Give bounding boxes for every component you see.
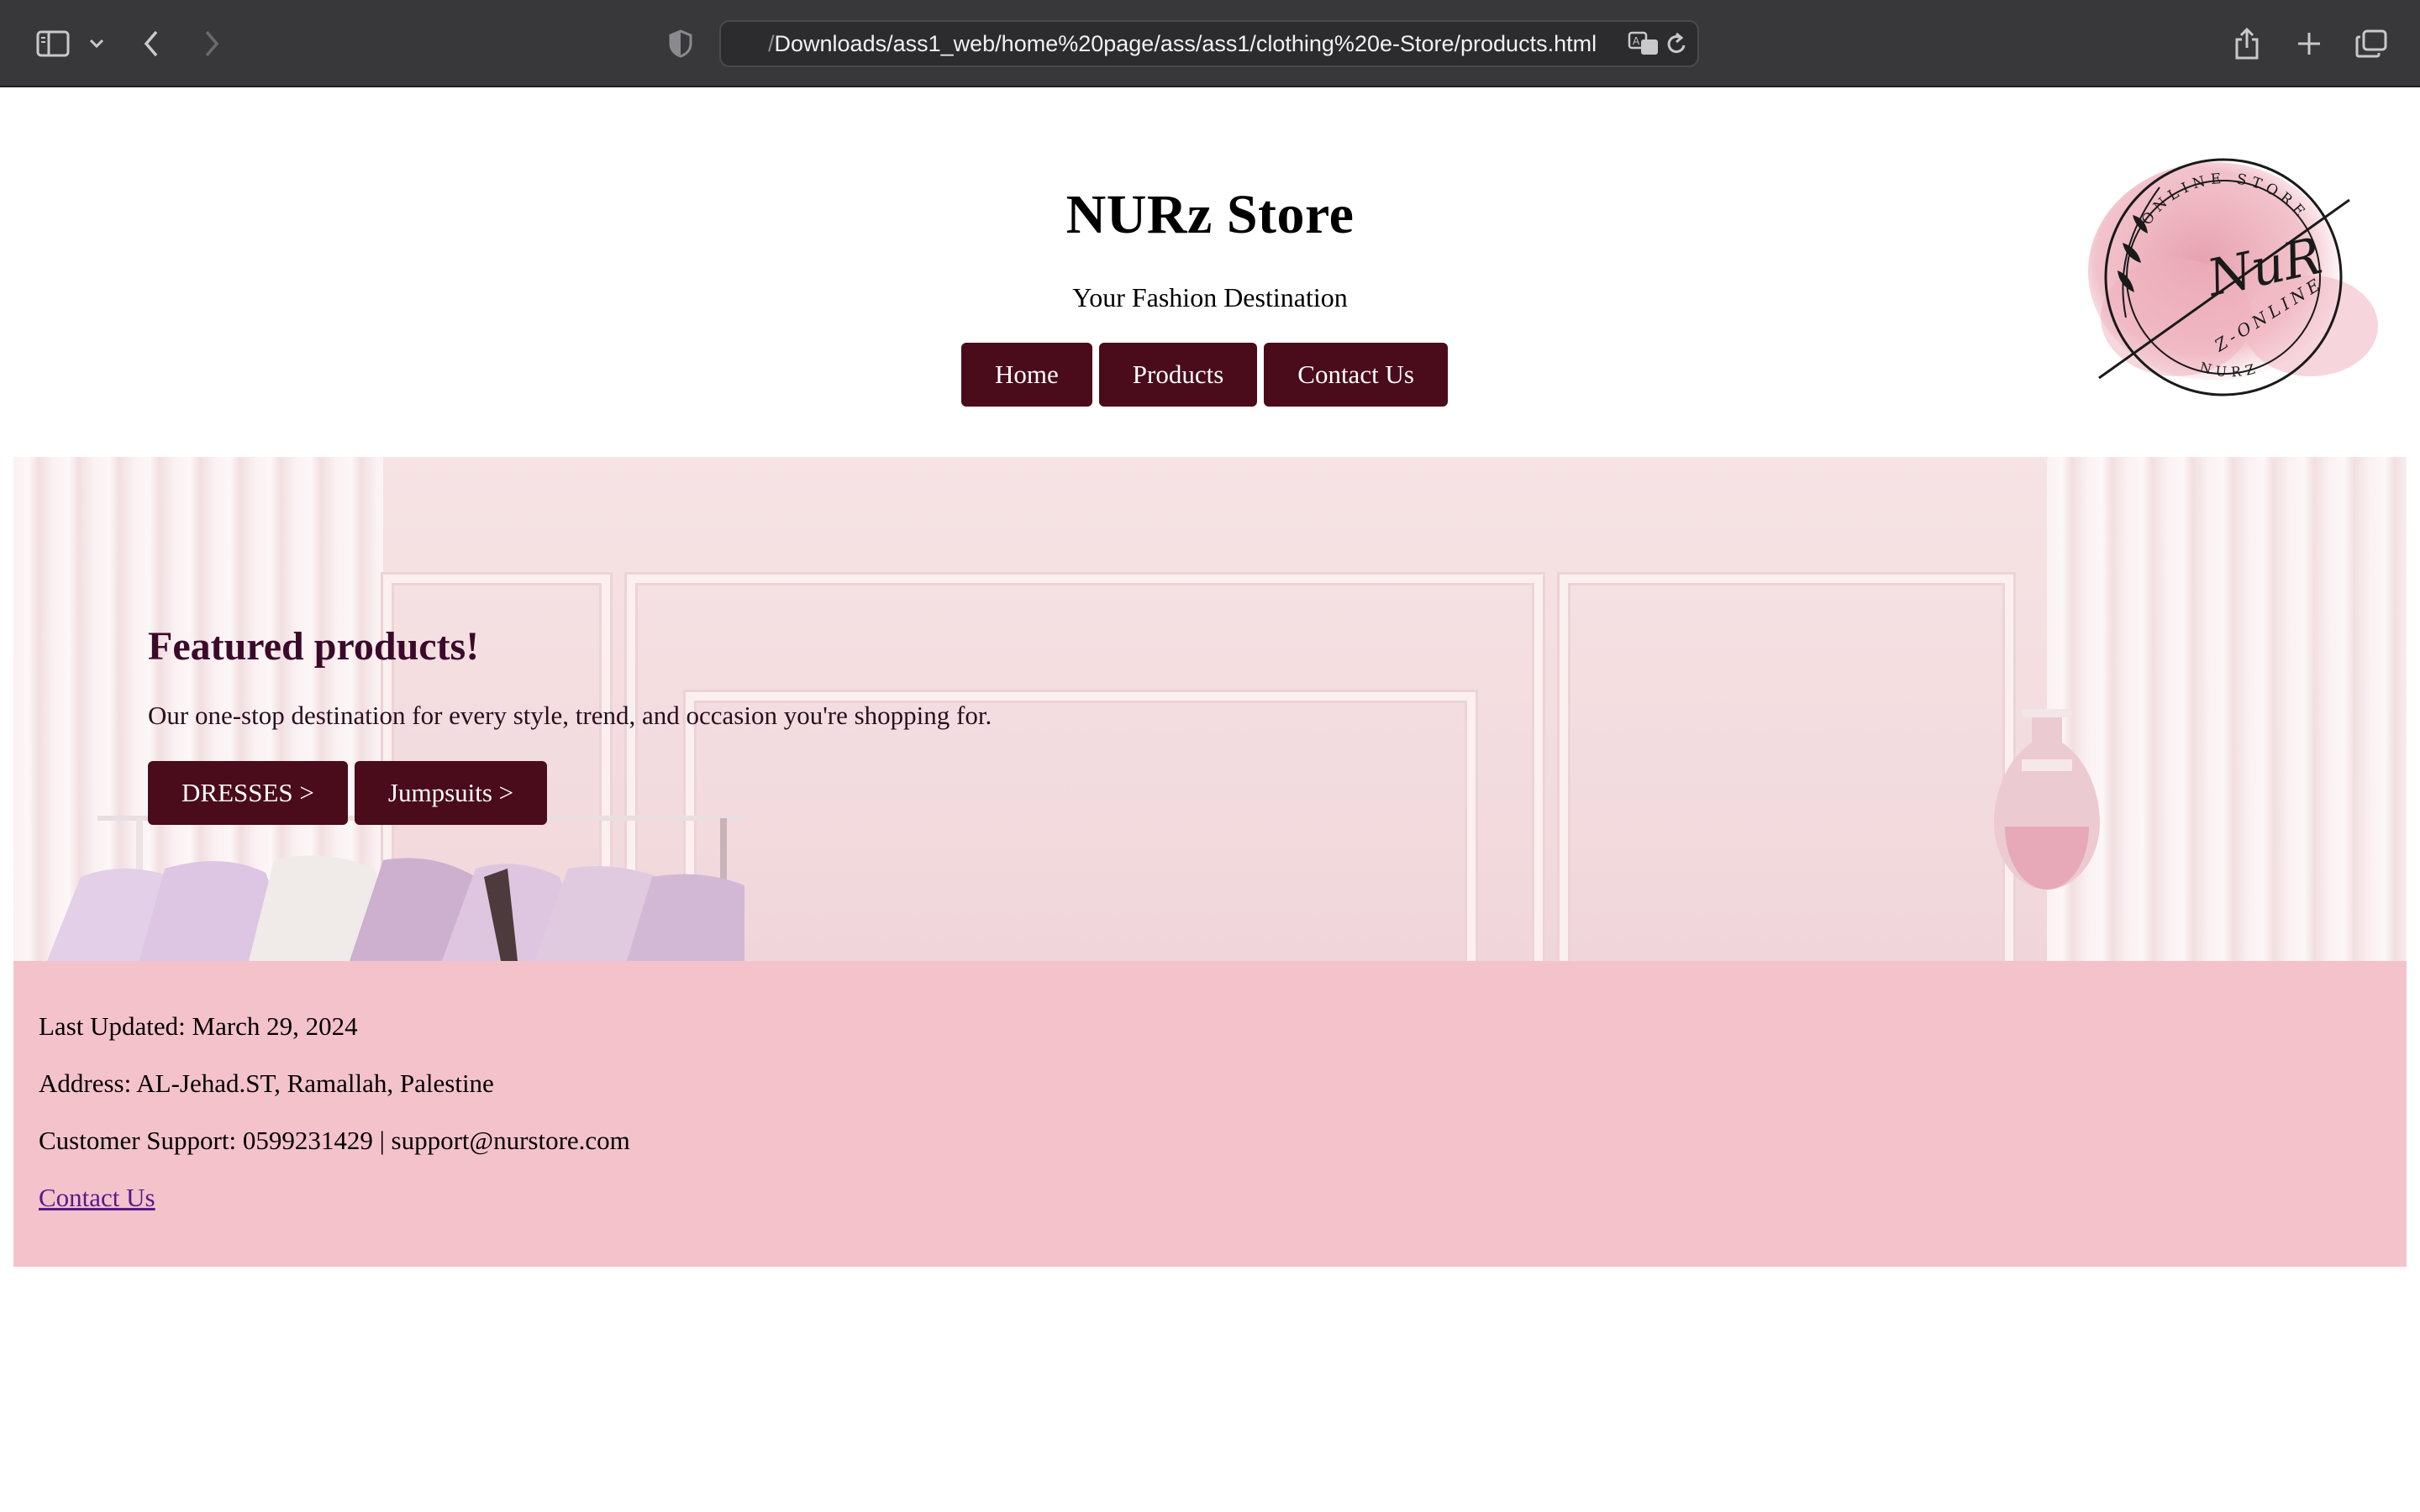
- store-logo: ONLINE STORE NuR Z-ONLINE NURZ: [2067, 150, 2395, 410]
- hero-banner: Featured products! Our one-stop destinat…: [13, 457, 2407, 961]
- url-path: Downloads/ass1_web/home%20page/ass/ass1/…: [774, 31, 1597, 56]
- new-tab-icon[interactable]: [2292, 24, 2326, 64]
- nav-contact-button[interactable]: Contact Us: [1264, 343, 1448, 407]
- tabs-overview-icon[interactable]: [2353, 24, 2390, 64]
- back-icon[interactable]: [134, 24, 168, 64]
- nav-home-button[interactable]: Home: [961, 343, 1092, 407]
- dresses-button[interactable]: DRESSES >: [148, 761, 348, 825]
- site-subtitle: Your Fashion Destination: [1072, 282, 1348, 312]
- address-bar[interactable]: /Downloads/ass1_web/home%20page/ass/ass1…: [719, 20, 1699, 67]
- address-text: Address: AL-Jehad.ST, Ramallah, Palestin…: [39, 1068, 494, 1098]
- sidebar-icon[interactable]: [32, 24, 74, 64]
- clothing-rack-image: [47, 816, 744, 961]
- footer-contact-link[interactable]: Contact Us: [39, 1183, 155, 1213]
- share-icon[interactable]: [2230, 24, 2264, 64]
- shield-icon[interactable]: [664, 24, 697, 64]
- reload-icon[interactable]: [1660, 22, 1694, 66]
- url-prefix: /: [768, 31, 775, 56]
- main-nav: Home Products Contact Us: [961, 343, 1448, 407]
- url-text[interactable]: /Downloads/ass1_web/home%20page/ass/ass1…: [768, 22, 1608, 66]
- last-updated-text: Last Updated: March 29, 2024: [39, 1011, 358, 1041]
- page-footer: Last Updated: March 29, 2024 Address: AL…: [13, 961, 2407, 1267]
- vase-image: [1994, 709, 2100, 890]
- forward-icon[interactable]: [195, 24, 229, 64]
- chevron-down-icon[interactable]: [84, 24, 109, 64]
- browser-toolbar: /Downloads/ass1_web/home%20page/ass/ass1…: [0, 0, 2420, 87]
- category-buttons: DRESSES > Jumpsuits >: [148, 761, 548, 825]
- site-title: NURz Store: [1065, 184, 1355, 245]
- nav-products-button[interactable]: Products: [1098, 343, 1258, 407]
- hero-title: Featured products!: [148, 624, 480, 669]
- translate-icon[interactable]: A: [1627, 22, 1660, 66]
- hero-text: Our one-stop destination for every style…: [148, 701, 992, 730]
- jumpsuits-button[interactable]: Jumpsuits >: [354, 761, 548, 825]
- wall-panel: [686, 692, 1476, 961]
- customer-support-text: Customer Support: 0599231429 | support@n…: [39, 1126, 630, 1155]
- svg-text:A: A: [1633, 35, 1640, 47]
- wall-panel: [1560, 575, 2013, 961]
